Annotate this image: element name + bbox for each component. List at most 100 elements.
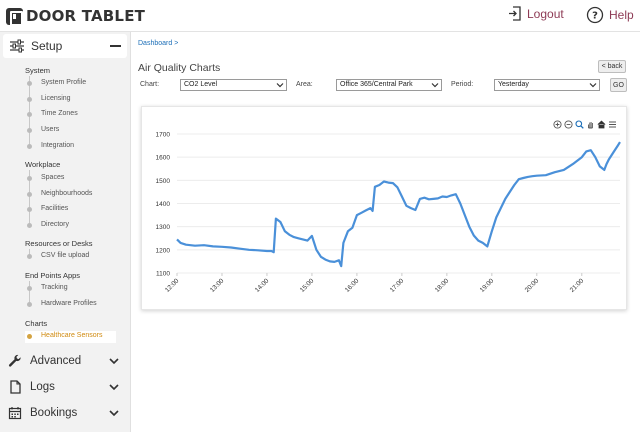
co2-series-line: [176, 141, 621, 268]
y-tick-label: 1600: [156, 155, 171, 162]
setup-label: Setup: [31, 39, 63, 53]
y-tick-label: 1500: [156, 178, 171, 185]
logout-link[interactable]: Logout: [508, 6, 564, 21]
sidebar-group-advanced[interactable]: Advanced: [8, 351, 126, 371]
breadcrumb[interactable]: Dashboard >: [138, 40, 178, 47]
x-tick-label: 16:00: [344, 277, 361, 294]
x-tick-label: 15:00: [299, 277, 316, 294]
chart-select[interactable]: CO2 Level: [180, 79, 287, 91]
menu-icon[interactable]: [608, 120, 617, 129]
x-tick-label: 18:00: [434, 277, 451, 294]
chevron-down-icon: [589, 83, 597, 88]
advanced-label: Advanced: [30, 355, 82, 367]
logout-label: Logout: [527, 6, 564, 21]
x-tick-label: 12:00: [164, 277, 181, 294]
y-tick-label: 1400: [156, 201, 171, 208]
bookings-label: Bookings: [30, 407, 78, 419]
x-tick-label: 19:00: [479, 277, 496, 294]
section-resources: Resources or Desks: [25, 239, 93, 248]
sidebar-item-csv-upload[interactable]: CSV file upload: [41, 252, 89, 259]
chevron-down-icon[interactable]: [108, 407, 120, 419]
bullet-icon: [27, 81, 32, 86]
period-select-value: Yesterday: [498, 81, 529, 88]
y-tick-label: 1700: [156, 132, 171, 139]
wrench-icon: [8, 354, 21, 367]
chevron-down-icon[interactable]: [108, 355, 120, 367]
calendar-icon: [8, 407, 22, 420]
sidebar-item-time-zones[interactable]: Time Zones: [41, 110, 78, 117]
sidebar-item-licensing[interactable]: Licensing: [41, 95, 71, 102]
y-tick-label: 1200: [156, 247, 171, 254]
bullet-icon: [27, 286, 32, 291]
logo-text: DOOR TABLET: [26, 7, 146, 25]
sidebar-item-hardware-profiles[interactable]: Hardware Profiles: [41, 300, 97, 307]
sidebar-item-healthcare-sensors[interactable]: Healthcare Sensors: [41, 332, 102, 339]
y-tick-label: 1100: [156, 271, 170, 278]
bullet-icon: [27, 334, 32, 339]
logo[interactable]: DOOR TABLET: [6, 6, 145, 26]
page-title: Air Quality Charts: [138, 62, 221, 74]
home-icon[interactable]: [597, 120, 606, 129]
chart-toolbar: [553, 120, 617, 129]
logout-icon: [509, 6, 521, 21]
bullet-icon: [27, 254, 32, 259]
sidebar-group-bookings[interactable]: Bookings: [8, 403, 126, 423]
sliders-icon: [10, 39, 24, 53]
sidebar-item-tracking[interactable]: Tracking: [41, 284, 68, 291]
sidebar-item-integration[interactable]: Integration: [41, 142, 74, 149]
sidebar-item-facilities[interactable]: Facilities: [41, 205, 68, 212]
chevron-down-icon: [276, 83, 284, 88]
section-workplace: Workplace: [25, 160, 61, 169]
sidebar-item-system-profile[interactable]: System Profile: [41, 79, 86, 86]
section-system: System: [25, 66, 51, 75]
zoom-in-icon[interactable]: [553, 120, 562, 129]
bullet-icon: [27, 112, 32, 117]
collapse-icon[interactable]: [110, 45, 121, 47]
door-icon: [6, 7, 23, 26]
file-icon: [10, 380, 21, 394]
logs-label: Logs: [30, 381, 55, 393]
go-button[interactable]: GO: [610, 78, 627, 92]
help-link[interactable]: ? Help: [586, 6, 634, 24]
sidebar-setup-header[interactable]: Setup: [3, 34, 127, 58]
top-header: DOOR TABLET Logout ? Help: [0, 0, 640, 32]
x-tick-label: 21:00: [569, 277, 586, 294]
x-tick-label: 13:00: [209, 277, 226, 294]
sidebar: Setup System System Profile Licensing Ti…: [0, 32, 131, 432]
chevron-down-icon: [431, 83, 439, 88]
zoom-out-icon[interactable]: [564, 120, 573, 129]
section-endpoints: End Points Apps: [25, 271, 81, 280]
x-tick-label: 14:00: [254, 277, 271, 294]
back-button[interactable]: < back: [598, 60, 626, 73]
sidebar-group-logs[interactable]: Logs: [8, 377, 126, 397]
area-select[interactable]: Office 365/Central Park: [336, 79, 442, 91]
chart-select-label: Chart:: [140, 81, 160, 88]
sidebar-item-users[interactable]: Users: [41, 126, 59, 133]
bullet-icon: [27, 176, 32, 181]
magnify-icon[interactable]: [575, 120, 584, 129]
bullet-icon: [27, 97, 32, 102]
pan-icon[interactable]: [586, 120, 595, 129]
section-charts: Charts: [25, 319, 48, 328]
help-label: Help: [609, 8, 634, 22]
x-tick-label: 17:00: [389, 277, 406, 294]
help-icon: ?: [586, 6, 604, 24]
sidebar-item-directory[interactable]: Directory: [41, 221, 69, 228]
sidebar-item-spaces[interactable]: Spaces: [41, 174, 64, 181]
x-tick-label: 20:00: [524, 277, 541, 294]
chevron-down-icon[interactable]: [108, 381, 120, 393]
sidebar-item-neighbourhoods[interactable]: Neighbourhoods: [41, 190, 92, 197]
co2-line-chart: 1100 1200 1300 1400 1500 1600 1700 12:00 13:00 14…: [156, 132, 621, 294]
bullet-icon: [27, 302, 32, 307]
svg-text:?: ?: [592, 11, 598, 22]
period-select[interactable]: Yesterday: [494, 79, 600, 91]
chart-select-value: CO2 Level: [184, 81, 218, 88]
period-select-label: Period:: [451, 81, 474, 88]
y-tick-label: 1300: [156, 224, 171, 231]
area-select-value: Office 365/Central Park: [340, 81, 413, 88]
bullet-icon: [27, 192, 32, 197]
chart-card: 1100 1200 1300 1400 1500 1600 1700 12:00 13:00 14…: [141, 106, 627, 310]
bullet-icon: [27, 144, 32, 149]
bullet-icon: [27, 128, 32, 133]
bullet-icon: [27, 207, 32, 212]
